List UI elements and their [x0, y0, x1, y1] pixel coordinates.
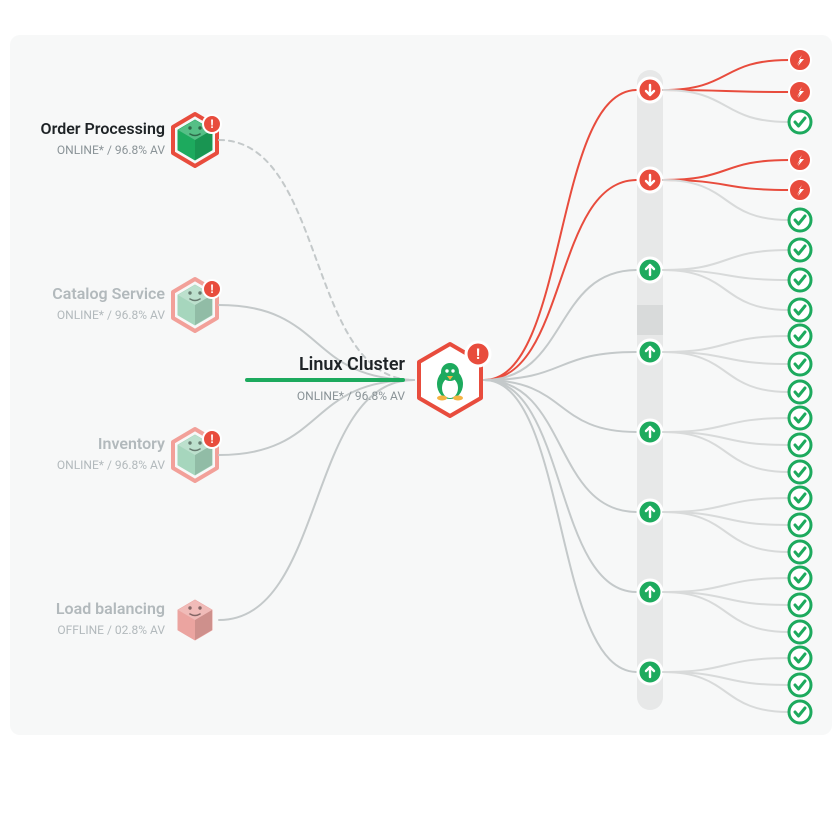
- host-node[interactable]: [638, 168, 662, 192]
- leaf-node[interactable]: [789, 594, 811, 616]
- host-node[interactable]: [638, 580, 662, 604]
- center-health-bar: [245, 378, 405, 382]
- service-title-inv: Inventory: [98, 434, 165, 453]
- leaf-node[interactable]: [789, 381, 811, 403]
- leaf-node[interactable]: [789, 149, 811, 171]
- host-node[interactable]: [638, 258, 662, 282]
- leaf-node[interactable]: [789, 647, 811, 669]
- center-status: ONLINE* / 96.8% AV: [297, 389, 405, 403]
- leaf-node[interactable]: [789, 209, 811, 231]
- leaf-node[interactable]: [789, 49, 811, 71]
- svg-text:!: !: [210, 117, 213, 131]
- leaf-node[interactable]: [789, 269, 811, 291]
- svg-text:!: !: [476, 345, 480, 363]
- leaf-node[interactable]: [789, 487, 811, 509]
- leaf-node[interactable]: [789, 239, 811, 261]
- leaf-node[interactable]: [789, 81, 811, 103]
- leaf-node[interactable]: [789, 179, 811, 201]
- leaf-node[interactable]: [789, 353, 811, 375]
- leaf-node[interactable]: [789, 461, 811, 483]
- leaf-node[interactable]: [789, 621, 811, 643]
- leaf-node[interactable]: [789, 299, 811, 321]
- service-title-order: Order Processing: [41, 119, 165, 138]
- leaf-node[interactable]: [789, 541, 811, 563]
- service-status-inv: ONLINE* / 96.8% AV: [57, 458, 165, 472]
- host-track: [637, 70, 663, 710]
- host-node[interactable]: [638, 420, 662, 444]
- host-node[interactable]: [638, 340, 662, 364]
- leaf-node[interactable]: [789, 674, 811, 696]
- service-title-lb: Load balancing: [56, 599, 165, 618]
- leaf-node[interactable]: [789, 701, 811, 723]
- service-status-lb: OFFLINE / 02.8% AV: [57, 623, 165, 637]
- leaf-node[interactable]: [789, 407, 811, 429]
- host-node[interactable]: [638, 660, 662, 684]
- svg-text:!: !: [210, 432, 213, 446]
- host-node[interactable]: [638, 78, 662, 102]
- svg-text:!: !: [210, 282, 213, 296]
- service-status-order: ONLINE* / 96.8% AV: [57, 143, 165, 157]
- service-status-catalog: ONLINE* / 96.8% AV: [57, 308, 165, 322]
- service-title-catalog: Catalog Service: [52, 284, 165, 303]
- leaf-node[interactable]: [789, 325, 811, 347]
- leaf-node[interactable]: [789, 514, 811, 536]
- leaf-node[interactable]: [789, 434, 811, 456]
- leaf-node[interactable]: [789, 111, 811, 133]
- host-node[interactable]: [638, 500, 662, 524]
- leaf-node[interactable]: [789, 567, 811, 589]
- center-title: Linux Cluster: [299, 354, 406, 375]
